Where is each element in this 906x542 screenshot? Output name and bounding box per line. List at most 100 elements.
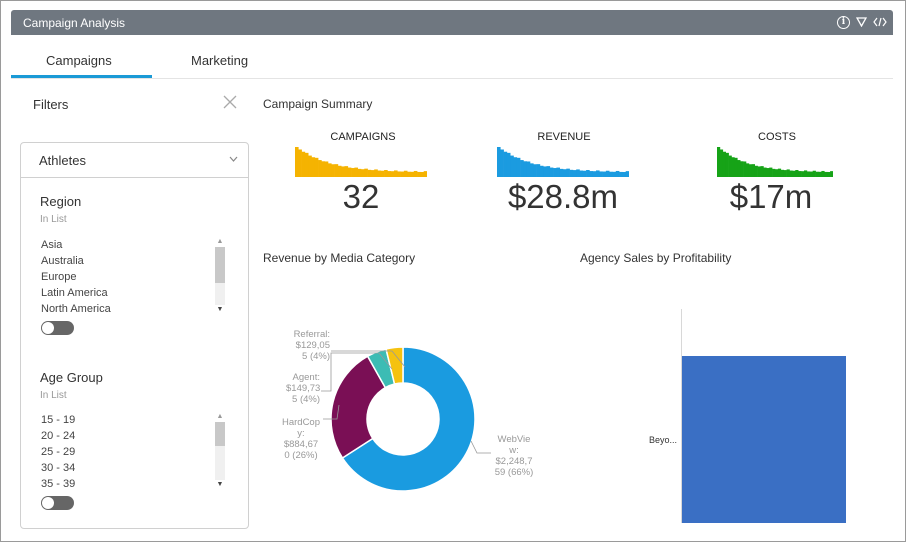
scroll-track — [215, 283, 225, 305]
toggle-knob — [42, 497, 54, 509]
sparkline-bar — [553, 168, 557, 177]
hardcopy-label-line: y: — [297, 428, 305, 439]
sparkline-bar — [596, 170, 600, 177]
list-item[interactable]: Australia — [41, 253, 229, 269]
sparkline-bar — [719, 149, 724, 177]
sparkline-bar — [384, 170, 388, 177]
athletes-dropdown[interactable]: Athletes — [21, 143, 248, 178]
sparkline-bar — [506, 152, 511, 177]
sparkline-bar — [510, 155, 514, 177]
agent-label: Agent: $149,73 5 (4%) — [286, 372, 320, 405]
bar[interactable] — [682, 356, 846, 523]
list-item[interactable]: 25 - 29 — [41, 444, 229, 460]
list-item[interactable]: North America — [41, 301, 229, 317]
sparkline-bar — [543, 166, 547, 177]
sparkline-bar — [308, 155, 312, 177]
chevron-down-icon — [229, 154, 238, 165]
sparkline-bar — [827, 171, 831, 177]
sparkline-bar — [572, 170, 577, 177]
scroll-thumb[interactable] — [215, 247, 225, 283]
sparkline-bar — [569, 169, 574, 177]
list-item[interactable]: Latin America — [41, 285, 229, 301]
sparkline-bar — [347, 167, 352, 177]
sparkline-bar — [337, 165, 342, 177]
sparkline-bar — [423, 171, 427, 177]
sparkline-bar — [341, 166, 345, 177]
scroll-down-icon[interactable]: ▼ — [214, 480, 226, 490]
sparkline-bar — [734, 157, 738, 177]
sparkline-bar — [513, 157, 518, 177]
info-icon[interactable]: i — [837, 13, 850, 31]
list-item[interactable]: 20 - 24 — [41, 428, 229, 444]
list-item[interactable]: 15 - 19 — [41, 412, 229, 428]
sparkline-bar — [566, 168, 570, 177]
sparkline-bar — [407, 171, 411, 177]
sparkline-bar — [298, 149, 302, 177]
sparkline-bar — [354, 167, 358, 177]
sparkline-bar — [612, 171, 617, 177]
sparkline-bar — [576, 169, 580, 177]
sparkline-bar — [821, 170, 825, 177]
list-item[interactable]: Europe — [41, 269, 229, 285]
sparkline-bar — [757, 166, 761, 177]
sparkline-bar — [533, 164, 537, 177]
agent-label-line: $149,73 — [286, 383, 321, 394]
sparkline-bar — [516, 157, 521, 177]
sparkline-bar — [763, 167, 767, 177]
sparkline-bar — [403, 170, 408, 177]
sparkline-bar — [377, 170, 382, 177]
sparkline-bar — [830, 171, 833, 177]
sparkline-bar — [367, 169, 372, 177]
age-group-list[interactable]: 15 - 19 20 - 24 25 - 29 30 - 34 35 - 39 — [41, 412, 229, 490]
tab-campaigns[interactable]: Campaigns — [46, 53, 112, 68]
sparkline-bar — [625, 171, 629, 177]
hardcopy-label-line: 0 (26%) — [284, 450, 318, 461]
filters-sidebar: Filters Athletes Region In List Asia Aus… — [19, 89, 249, 529]
list-item[interactable]: Asia — [41, 237, 229, 253]
age-group-toggle[interactable] — [41, 496, 74, 510]
agent-label-line: 5 (4%) — [292, 394, 320, 405]
age-group-scrollbar[interactable]: ▲ ▼ — [214, 412, 226, 490]
region-scrollbar[interactable]: ▲ ▼ — [214, 237, 226, 315]
sparkline-bar — [824, 171, 828, 177]
sparkline-bar — [751, 164, 755, 177]
tab-bar: Campaigns Marketing — [11, 49, 893, 79]
region-title: Region — [40, 194, 82, 209]
sparkline-bar — [387, 171, 391, 177]
sparkline-bar — [394, 170, 398, 177]
region-list[interactable]: Asia Australia Europe Latin America Nort… — [41, 237, 229, 315]
bar-category-label: Beyo... — [649, 435, 678, 445]
list-item[interactable]: 30 - 34 — [41, 460, 229, 476]
tab-marketing[interactable]: Marketing — [191, 53, 248, 68]
sparkline-bar — [769, 167, 773, 177]
filter-icon[interactable] — [856, 13, 867, 31]
sparkline-bar — [812, 170, 816, 177]
list-item[interactable]: 35 - 39 — [41, 476, 229, 492]
code-icon[interactable] — [873, 13, 887, 31]
campaign-summary-title: Campaign Summary — [263, 97, 373, 111]
sparkline-bar — [351, 168, 355, 177]
sparkline-bar — [722, 151, 726, 177]
scroll-up-icon[interactable]: ▲ — [214, 237, 226, 247]
leader-line — [470, 440, 491, 454]
sparkline-bar — [801, 171, 805, 177]
scroll-down-icon[interactable]: ▼ — [214, 305, 226, 315]
sparkline-bar — [818, 171, 822, 177]
sparkline-bar — [536, 164, 541, 177]
filter-panel: Athletes Region In List Asia Australia E… — [20, 142, 249, 529]
scroll-thumb[interactable] — [215, 422, 225, 446]
region-toggle[interactable] — [41, 321, 74, 335]
sparkline-bar — [318, 160, 322, 177]
sparkline-bar — [806, 171, 811, 177]
kpi-revenue-value: $28.8m — [507, 178, 619, 215]
sparkline-bar — [586, 170, 590, 177]
revenue-sparkline — [497, 147, 629, 177]
age-group-title: Age Group — [40, 370, 103, 385]
close-icon[interactable] — [222, 94, 238, 110]
scroll-up-icon[interactable]: ▲ — [214, 412, 226, 422]
webview-label-line: WebVie — [497, 434, 531, 445]
sparkline-bar — [605, 170, 610, 177]
webview-label-line: w: — [509, 445, 519, 456]
kpi-costs-label: COSTS — [758, 131, 796, 143]
dashboard-frame: Campaign Analysis i Campaigns Marketing … — [0, 0, 906, 542]
